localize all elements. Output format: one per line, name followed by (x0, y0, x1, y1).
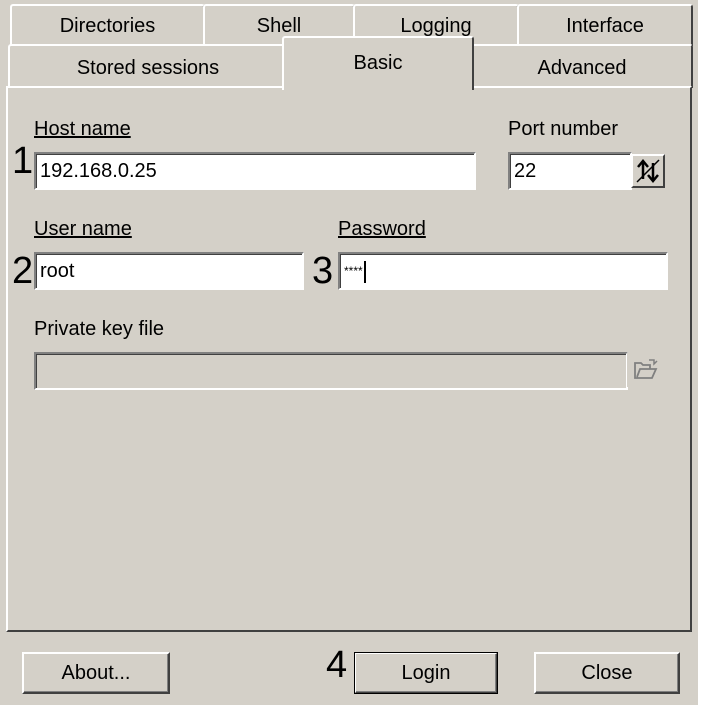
spinner-arrows-graphic (636, 159, 660, 183)
host-name-input[interactable]: 192.168.0.25 (34, 152, 476, 190)
private-key-file-label: Private key file (34, 318, 165, 340)
tab-advanced-label: Advanced (537, 57, 627, 79)
password-value: **** (344, 264, 363, 278)
login-button-label: Login (401, 662, 451, 684)
marker-3: 3 (312, 250, 334, 292)
host-name-label: Host name (34, 118, 131, 141)
tab-directories-label: Directories (59, 15, 156, 37)
password-input[interactable]: **** (338, 252, 668, 290)
tab-directories[interactable]: Directories (10, 4, 205, 46)
tab-interface-label: Interface (566, 15, 644, 37)
tab-stored-sessions-label: Stored sessions (76, 57, 220, 79)
user-name-label: User name (34, 218, 132, 241)
about-button-label: About... (61, 662, 131, 684)
login-dialog: Directories Shell Logging Interface Stor… (0, 0, 698, 705)
user-name-input[interactable]: root (34, 252, 304, 290)
password-label-text: Password (338, 218, 426, 240)
marker-1: 1 (12, 140, 34, 182)
tab-basic[interactable]: Basic (282, 36, 474, 90)
host-name-label-text: Host name (34, 118, 131, 140)
folder-open-graphic (634, 359, 658, 379)
tab-interface[interactable]: Interface (517, 4, 693, 46)
up-down-arrows-icon[interactable] (631, 154, 665, 188)
password-label: Password (338, 218, 426, 241)
text-caret (363, 260, 366, 283)
folder-open-icon[interactable] (627, 353, 665, 387)
close-button-label: Close (581, 662, 633, 684)
private-key-file-input[interactable] (34, 352, 628, 390)
user-name-value: root (40, 260, 75, 282)
login-button[interactable]: Login (354, 652, 498, 694)
port-number-value: 22 (514, 160, 537, 182)
about-button[interactable]: About... (22, 652, 170, 694)
marker-4: 4 (326, 644, 348, 686)
port-number-input[interactable]: 22 (508, 152, 632, 190)
marker-2: 2 (12, 250, 34, 292)
tab-advanced[interactable]: Advanced (471, 44, 693, 88)
tab-stored-sessions[interactable]: Stored sessions (8, 44, 288, 88)
tab-basic-label: Basic (353, 52, 403, 74)
close-button[interactable]: Close (534, 652, 680, 694)
port-number-label: Port number (508, 118, 619, 140)
host-name-value: 192.168.0.25 (40, 160, 157, 182)
user-name-label-text: User name (34, 218, 132, 240)
